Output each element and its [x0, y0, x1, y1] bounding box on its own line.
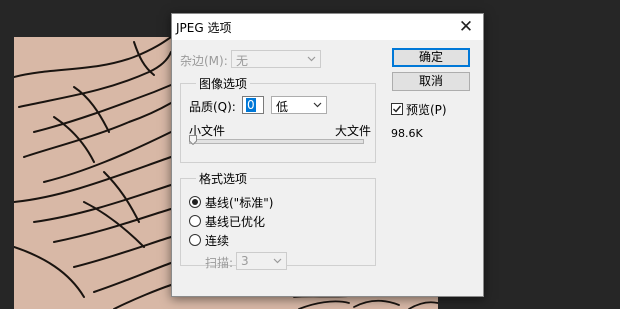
cancel-button[interactable]: 取消	[392, 72, 470, 91]
quality-label: 品质(Q):	[189, 100, 236, 114]
matte-value: 无	[236, 54, 249, 68]
radio-progressive[interactable]	[189, 234, 201, 246]
quality-preset-select[interactable]: 低	[271, 96, 327, 114]
matte-select[interactable]: 无	[231, 50, 321, 68]
radio-baseline[interactable]	[189, 196, 201, 208]
quality-slider-track[interactable]	[189, 139, 364, 144]
jpeg-options-dialog: JPEG 选项 ✕ 杂边(M): 无 图像选项 品质(Q): 0 低 小文件 大…	[171, 13, 484, 297]
large-file-label: 大文件	[335, 124, 372, 138]
chevron-down-icon	[313, 102, 322, 108]
close-icon: ✕	[458, 17, 474, 37]
quality-preset-value: 低	[276, 100, 289, 114]
matte-label: 杂边(M):	[180, 54, 228, 68]
progressive-label: 连续	[205, 234, 230, 248]
close-button[interactable]: ✕	[455, 16, 477, 38]
quality-value: 0	[246, 98, 256, 112]
preview-checkbox[interactable]	[391, 103, 403, 115]
scans-select[interactable]: 3	[236, 252, 287, 270]
dialog-title: JPEG 选项	[176, 21, 232, 35]
chevron-down-icon	[307, 56, 316, 62]
dialog-titlebar[interactable]: JPEG 选项 ✕	[172, 14, 483, 40]
baseline-label: 基线("标准")	[205, 196, 274, 210]
ok-button[interactable]: 确定	[392, 48, 470, 67]
scans-value: 3	[241, 254, 249, 268]
baseline-optimized-label: 基线已优化	[205, 215, 266, 229]
quality-slider-thumb[interactable]	[189, 135, 197, 145]
radio-selected-dot	[192, 199, 198, 205]
radio-baseline-optimized[interactable]	[189, 215, 201, 227]
scans-label: 扫描:	[205, 256, 234, 270]
check-icon	[393, 105, 402, 113]
quality-input[interactable]: 0	[242, 96, 264, 114]
chevron-down-icon	[273, 258, 282, 264]
image-options-title: 图像选项	[196, 75, 251, 92]
preview-label: 预览(P)	[406, 103, 447, 117]
file-size: 98.6K	[391, 127, 423, 140]
format-options-title: 格式选项	[196, 170, 251, 187]
